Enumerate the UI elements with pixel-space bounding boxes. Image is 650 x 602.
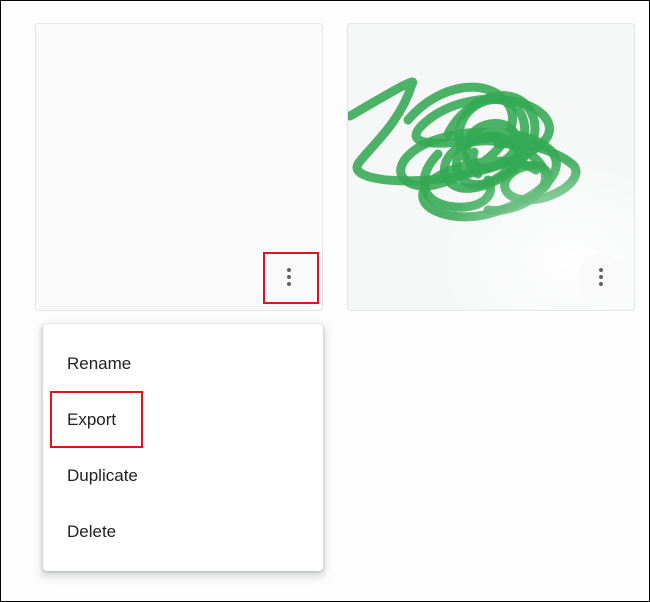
more-vert-icon — [599, 268, 603, 286]
menu-item-duplicate[interactable]: Duplicate — [43, 448, 323, 504]
more-options-button[interactable] — [578, 254, 624, 300]
canvas-card-drawing[interactable] — [347, 23, 635, 311]
context-menu: Rename Export Duplicate Delete — [43, 324, 323, 571]
menu-item-delete[interactable]: Delete — [43, 504, 323, 560]
app-frame: Rename Export Duplicate Delete — [0, 0, 650, 602]
more-options-button[interactable] — [266, 254, 312, 300]
menu-item-rename[interactable]: Rename — [43, 336, 323, 392]
canvas-card-blank[interactable] — [35, 23, 323, 311]
more-vert-icon — [287, 268, 291, 286]
menu-item-export[interactable]: Export — [43, 392, 323, 448]
